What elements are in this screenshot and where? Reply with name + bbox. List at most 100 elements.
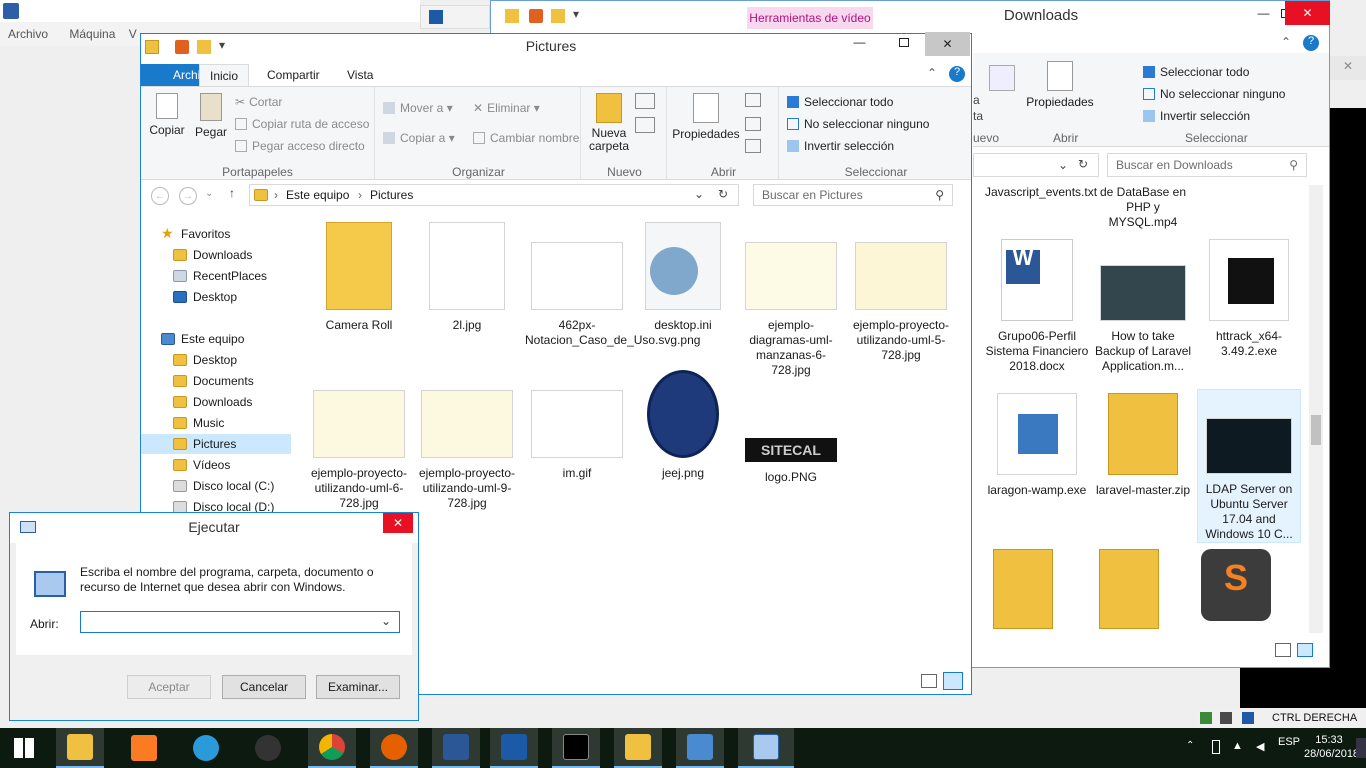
file-item[interactable]: ejemplo-proyecto-utilizando-uml-9-728.jp… (415, 370, 519, 511)
file-item[interactable]: laravel-master.zip (1091, 393, 1195, 498)
scrollbar-thumb[interactable] (1311, 415, 1321, 445)
volume-icon[interactable]: ◀ (1256, 740, 1264, 753)
new-folder-button[interactable]: Nueva carpeta (585, 93, 633, 153)
file-item[interactable]: de DataBase en PHP y MYSQL.mp4 (1091, 185, 1195, 230)
taskbar-app-window[interactable] (676, 728, 724, 768)
downloads-select-none[interactable]: No seleccionar ninguno (1143, 87, 1285, 101)
file-item[interactable]: ejemplo-proyecto-utilizando-uml-5-728.jp… (849, 222, 953, 363)
open-icon[interactable] (745, 93, 761, 107)
file-item[interactable]: 462px-Notacion_Caso_de_Uso.svg.png (525, 222, 700, 348)
file-item[interactable]: Javascript_events.txt (985, 185, 1097, 200)
move-to-button[interactable]: Mover a ▾ (383, 101, 453, 115)
invert-selection-button[interactable]: Invertir selección (787, 139, 894, 153)
zip-folder-icon[interactable] (993, 549, 1053, 629)
nav-fav-desktop[interactable]: Desktop (141, 287, 291, 307)
taskbar-firefox[interactable] (370, 728, 418, 768)
nav-downloads[interactable]: Downloads (141, 392, 291, 412)
tab-compartir[interactable]: Compartir (257, 64, 330, 86)
tab-inicio[interactable]: Inicio (199, 64, 250, 86)
back-icon[interactable]: ← (151, 187, 169, 205)
wifi-icon[interactable]: ▲ (1232, 740, 1243, 752)
chevron-up-icon[interactable]: ⌃ (1281, 35, 1291, 49)
nav-videos[interactable]: Vídeos (141, 455, 291, 475)
taskbar-app-blue[interactable] (182, 728, 230, 768)
maximize-icon[interactable] (881, 30, 926, 54)
breadcrumb-este-equipo[interactable]: Este equipo (286, 188, 349, 202)
downloads-address-bar[interactable]: ⌄ ↻ (973, 153, 1099, 177)
taskbar-run[interactable] (738, 728, 794, 768)
downloads-search-input[interactable]: Buscar en Downloads ⚲ (1107, 153, 1307, 177)
notification-icon[interactable] (1356, 738, 1366, 758)
select-none-button[interactable]: No seleccionar ninguno (787, 117, 929, 131)
battery-icon[interactable] (1212, 740, 1220, 754)
sublime-text-icon[interactable]: S (1201, 549, 1271, 621)
paste-button[interactable]: Pegar (191, 93, 231, 139)
address-bar[interactable]: › Este equipo › Pictures ⌄ ↻ (249, 184, 739, 206)
help-icon[interactable]: ? (1303, 35, 1319, 51)
file-item[interactable]: im.gif (525, 370, 629, 481)
nav-fav-recentplaces[interactable]: RecentPlaces (141, 266, 291, 286)
chevron-up-icon[interactable]: ⌃ (927, 66, 937, 80)
downloads-select-all[interactable]: Seleccionar todo (1143, 65, 1249, 79)
forward-icon[interactable]: → (179, 187, 197, 205)
taskbar-xampp[interactable] (120, 728, 168, 768)
rename-button[interactable]: Cambiar nombre (473, 131, 579, 145)
open-combobox[interactable]: ⌄ (80, 611, 400, 633)
refresh-icon[interactable]: ↻ (718, 187, 728, 201)
close-icon[interactable]: ✕ (925, 32, 970, 56)
taskbar-cmd[interactable] (552, 728, 600, 768)
file-item[interactable]: jeej.png (631, 370, 735, 481)
close-icon[interactable]: ✕ (1285, 1, 1330, 25)
refresh-icon[interactable]: ↻ (1078, 157, 1088, 171)
nav-disco-c[interactable]: Disco local (C:) (141, 476, 291, 496)
breadcrumb-pictures[interactable]: Pictures (370, 188, 413, 202)
file-item[interactable]: 2l.jpg (415, 222, 519, 333)
file-item[interactable]: Camera Roll (307, 222, 411, 333)
file-item[interactable]: SITECAL logo.PNG (739, 370, 843, 485)
file-item[interactable]: desktop.ini (631, 222, 735, 333)
downloads-invert-selection[interactable]: Invertir selección (1143, 109, 1250, 123)
close-icon[interactable]: ✕ (1330, 56, 1366, 80)
tab-vista[interactable]: Vista (337, 64, 383, 86)
properties-icon[interactable] (529, 9, 543, 23)
scrollbar[interactable] (1309, 185, 1323, 633)
copy-to-button[interactable]: Copiar a ▾ (383, 131, 455, 145)
file-item[interactable]: How to take Backup of Laravel Applicatio… (1091, 239, 1195, 374)
file-item[interactable]: W Grupo06-Perfil Sistema Financiero 2018… (985, 239, 1089, 374)
zip-folder-icon[interactable] (1099, 549, 1159, 629)
details-view-icon[interactable] (1275, 643, 1291, 657)
taskbar-nox[interactable] (244, 728, 292, 768)
nav-este-equipo[interactable]: Este equipo (141, 329, 291, 349)
maximize-icon[interactable] (1241, 1, 1286, 25)
taskbar-explorer[interactable] (56, 728, 104, 768)
properties-button[interactable]: Propiedades (671, 93, 741, 141)
large-icons-view-icon[interactable] (1297, 643, 1313, 657)
search-input[interactable]: Buscar en Pictures ⚲ (753, 184, 953, 206)
easy-access-icon[interactable] (635, 117, 655, 133)
cancel-button[interactable]: Cancelar (222, 675, 306, 699)
file-item[interactable]: httrack_x64-3.49.2.exe (1197, 239, 1301, 359)
clock[interactable]: 15:33 28/06/2018 (1304, 733, 1359, 761)
chevron-down-icon[interactable]: ⌄ (694, 187, 704, 201)
chevron-down-icon[interactable]: ⌄ (1058, 158, 1068, 172)
nav-music[interactable]: Music (141, 413, 291, 433)
file-item-selected[interactable]: LDAP Server on Ubuntu Server 17.04 and W… (1197, 389, 1301, 543)
paste-shortcut-button[interactable]: Pegar acceso directo (235, 139, 365, 153)
accept-button[interactable]: Aceptar (127, 675, 211, 699)
file-item[interactable]: laragon-wamp.exe (985, 393, 1089, 498)
vbox-menu-v[interactable]: V (129, 27, 137, 41)
large-icons-view-icon[interactable] (943, 672, 963, 690)
downloads-properties-button[interactable]: Propiedades (1025, 61, 1095, 109)
delete-button[interactable]: ✕ Eliminar ▾ (473, 101, 540, 115)
taskbar-word[interactable] (432, 728, 480, 768)
start-button[interactable] (0, 728, 48, 768)
new-folder-icon[interactable] (197, 40, 211, 54)
edit-icon[interactable] (745, 117, 761, 131)
vbox-menu-maquina[interactable]: Máquina (69, 27, 115, 41)
nav-documents[interactable]: Documents (141, 371, 291, 391)
cut-button[interactable]: ✂ Cortar (235, 95, 282, 109)
minimize-icon[interactable]: — (837, 30, 882, 54)
chevron-down-icon[interactable]: ▾ (573, 7, 579, 21)
chevron-down-icon[interactable]: ⌄ (381, 614, 391, 628)
help-icon[interactable]: ? (949, 66, 965, 82)
